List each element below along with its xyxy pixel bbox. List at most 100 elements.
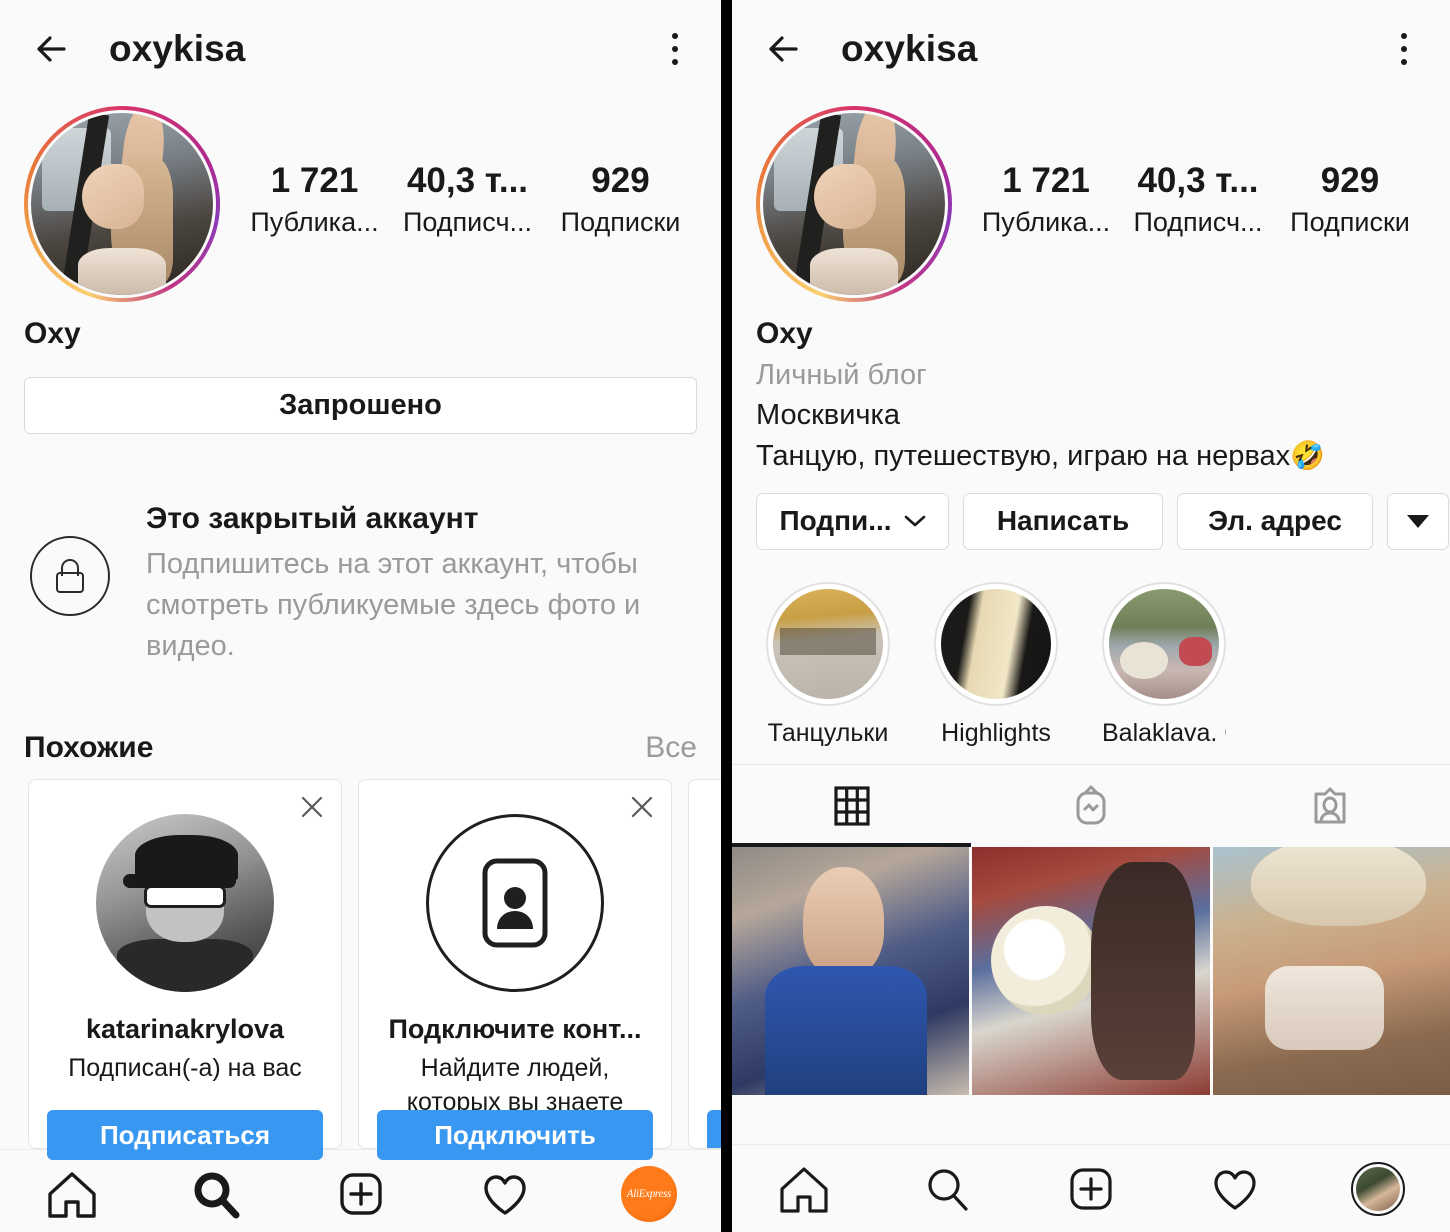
profile-tabs xyxy=(732,763,1450,847)
tab-igtv[interactable] xyxy=(971,765,1210,847)
post-thumbnail[interactable] xyxy=(1212,846,1450,1095)
right-profile-header: 1 721 Публика... 40,3 т... Подписч... 92… xyxy=(732,98,1450,302)
similar-accounts-title: Похожие xyxy=(24,731,154,765)
stat-followers[interactable]: 40,3 т... Подписч... xyxy=(1122,161,1274,242)
stat-posts-value: 1 721 xyxy=(1002,161,1090,200)
kebab-menu-icon[interactable] xyxy=(1384,25,1424,73)
stat-followers-value: 40,3 т... xyxy=(406,161,529,200)
nav-profile[interactable]: AliExpress xyxy=(577,1150,721,1232)
left-bio: Oxy xyxy=(0,302,721,355)
highlight-item[interactable]: Balaklava. Cr... xyxy=(1102,581,1226,748)
connect-contacts-card[interactable]: Подключите конт... Найдите людей, которы… xyxy=(358,779,672,1161)
stat-posts[interactable]: 1 721 Публика... xyxy=(970,161,1122,242)
avatar[interactable] xyxy=(24,106,220,302)
stat-followers[interactable]: 40,3 т... Подписч... xyxy=(391,161,544,242)
similar-accounts-header: Похожие Все xyxy=(0,711,721,779)
highlight-label: Highlights xyxy=(941,718,1051,747)
message-button[interactable]: Написать xyxy=(963,492,1163,550)
page-title: oxykisa xyxy=(109,28,246,69)
stat-following-value: 929 xyxy=(1320,161,1380,200)
post-thumbnail[interactable] xyxy=(972,846,1210,1095)
bio-display-name: Oxy xyxy=(756,317,813,350)
nav-home[interactable] xyxy=(732,1145,876,1232)
nav-profile[interactable] xyxy=(1306,1145,1450,1232)
back-arrow-icon[interactable] xyxy=(758,22,812,76)
left-bottom-nav: AliExpress xyxy=(0,1149,721,1232)
follow-button[interactable]: Подписаться xyxy=(47,1110,323,1161)
triangle-down-icon xyxy=(1407,514,1429,528)
screenshot-stage: oxykisa 1 721 Публика... 40,3 т... Подпи… xyxy=(0,0,1450,1232)
suggestion-card[interactable]: katarinakrylova Подписан(-а) на вас Подп… xyxy=(28,779,342,1161)
highlight-cover xyxy=(1109,588,1219,699)
stat-followers-label: Подписч... xyxy=(402,206,533,237)
nav-create[interactable] xyxy=(1019,1145,1163,1232)
stat-followers-label: Подписч... xyxy=(1133,206,1263,237)
avatar-inner xyxy=(760,110,948,298)
page-title: oxykisa xyxy=(841,28,978,69)
post-grid xyxy=(732,846,1450,1095)
connect-contacts-title: Подключите конт... xyxy=(388,1014,642,1045)
private-account-text: Это закрытый аккаунт Подпишитесь на этот… xyxy=(146,502,656,668)
bio-emoji: 🤣 xyxy=(1290,439,1326,471)
following-button[interactable]: Подпи... xyxy=(756,492,949,550)
stat-posts-label: Публика... xyxy=(981,206,1111,237)
left-stats-row: 1 721 Публика... 40,3 т... Подписч... 92… xyxy=(220,106,697,242)
profile-avatar-icon[interactable] xyxy=(1351,1161,1406,1216)
private-account-description: Подпишитесь на этот аккаунт, чтобы смотр… xyxy=(146,547,641,662)
left-primary-action-row: Запрошено xyxy=(0,355,721,456)
message-button-label: Написать xyxy=(996,505,1130,537)
close-icon[interactable] xyxy=(627,792,657,822)
kebab-menu-icon[interactable] xyxy=(655,25,695,73)
suggestion-card-partial[interactable] xyxy=(688,779,721,1150)
stat-posts[interactable]: 1 721 Публика... xyxy=(238,161,391,242)
nav-search[interactable] xyxy=(876,1145,1020,1232)
stat-following-label: Подписки xyxy=(1290,206,1410,237)
story-highlights: Танцульки Highlights Balaklava. Cr... xyxy=(732,556,1450,764)
nav-activity[interactable] xyxy=(433,1150,577,1232)
nav-create[interactable] xyxy=(288,1150,432,1232)
highlight-ring xyxy=(766,581,890,706)
igtv-icon xyxy=(1076,785,1106,825)
connect-contacts-subtitle: Найдите людей, которых вы знаете xyxy=(406,1054,624,1117)
right-top-bar: oxykisa xyxy=(732,0,1450,98)
tab-grid[interactable] xyxy=(732,765,972,847)
tab-tagged[interactable] xyxy=(1211,765,1450,847)
back-arrow-icon[interactable] xyxy=(26,22,80,76)
left-phone-screen: oxykisa 1 721 Публика... 40,3 т... Подпи… xyxy=(0,0,721,1232)
requested-button[interactable]: Запрошено xyxy=(24,376,697,434)
close-icon[interactable] xyxy=(297,792,327,822)
follow-button-partial[interactable] xyxy=(707,1110,721,1149)
highlight-label: Танцульки xyxy=(767,718,889,747)
right-stats-row: 1 721 Публика... 40,3 т... Подписч... 92… xyxy=(952,106,1426,242)
avatar[interactable] xyxy=(756,106,952,302)
highlight-ring xyxy=(934,581,1058,706)
similar-accounts-carousel[interactable]: katarinakrylova Подписан(-а) на вас Подп… xyxy=(0,779,721,1161)
avatar-inner xyxy=(28,110,216,298)
stat-following[interactable]: 929 Подписки xyxy=(544,161,697,242)
bio-line-1: Москвичка xyxy=(756,398,900,431)
highlight-item[interactable]: Танцульки xyxy=(766,581,890,748)
see-all-link[interactable]: Все xyxy=(645,731,697,765)
lock-icon xyxy=(30,535,110,616)
avatar-photo xyxy=(31,113,213,295)
connect-button[interactable]: Подключить xyxy=(377,1110,653,1161)
highlight-ring xyxy=(1102,581,1226,706)
more-options-button[interactable] xyxy=(1387,492,1449,550)
stat-posts-value: 1 721 xyxy=(270,161,359,200)
following-button-label: Подпи... xyxy=(779,505,892,537)
avatar-photo xyxy=(763,113,945,295)
post-thumbnail[interactable] xyxy=(732,846,970,1095)
aliexpress-avatar-icon[interactable]: AliExpress xyxy=(620,1165,677,1222)
highlight-item[interactable]: Highlights xyxy=(934,581,1058,748)
nav-home[interactable] xyxy=(0,1150,144,1232)
private-account-notice: Это закрытый аккаунт Подпишитесь на этот… xyxy=(0,455,721,712)
grid-icon xyxy=(834,786,870,826)
stat-following-label: Подписки xyxy=(560,206,681,237)
nav-activity[interactable] xyxy=(1163,1145,1307,1232)
email-button[interactable]: Эл. адрес xyxy=(1177,492,1373,550)
right-phone-screen: oxykisa 1 721 Публика... 40,3 т... Подпи… xyxy=(732,0,1450,1232)
nav-search[interactable] xyxy=(144,1150,288,1232)
stat-posts-label: Публика... xyxy=(250,206,379,237)
suggestion-avatar xyxy=(96,814,274,993)
stat-following[interactable]: 929 Подписки xyxy=(1274,161,1426,242)
